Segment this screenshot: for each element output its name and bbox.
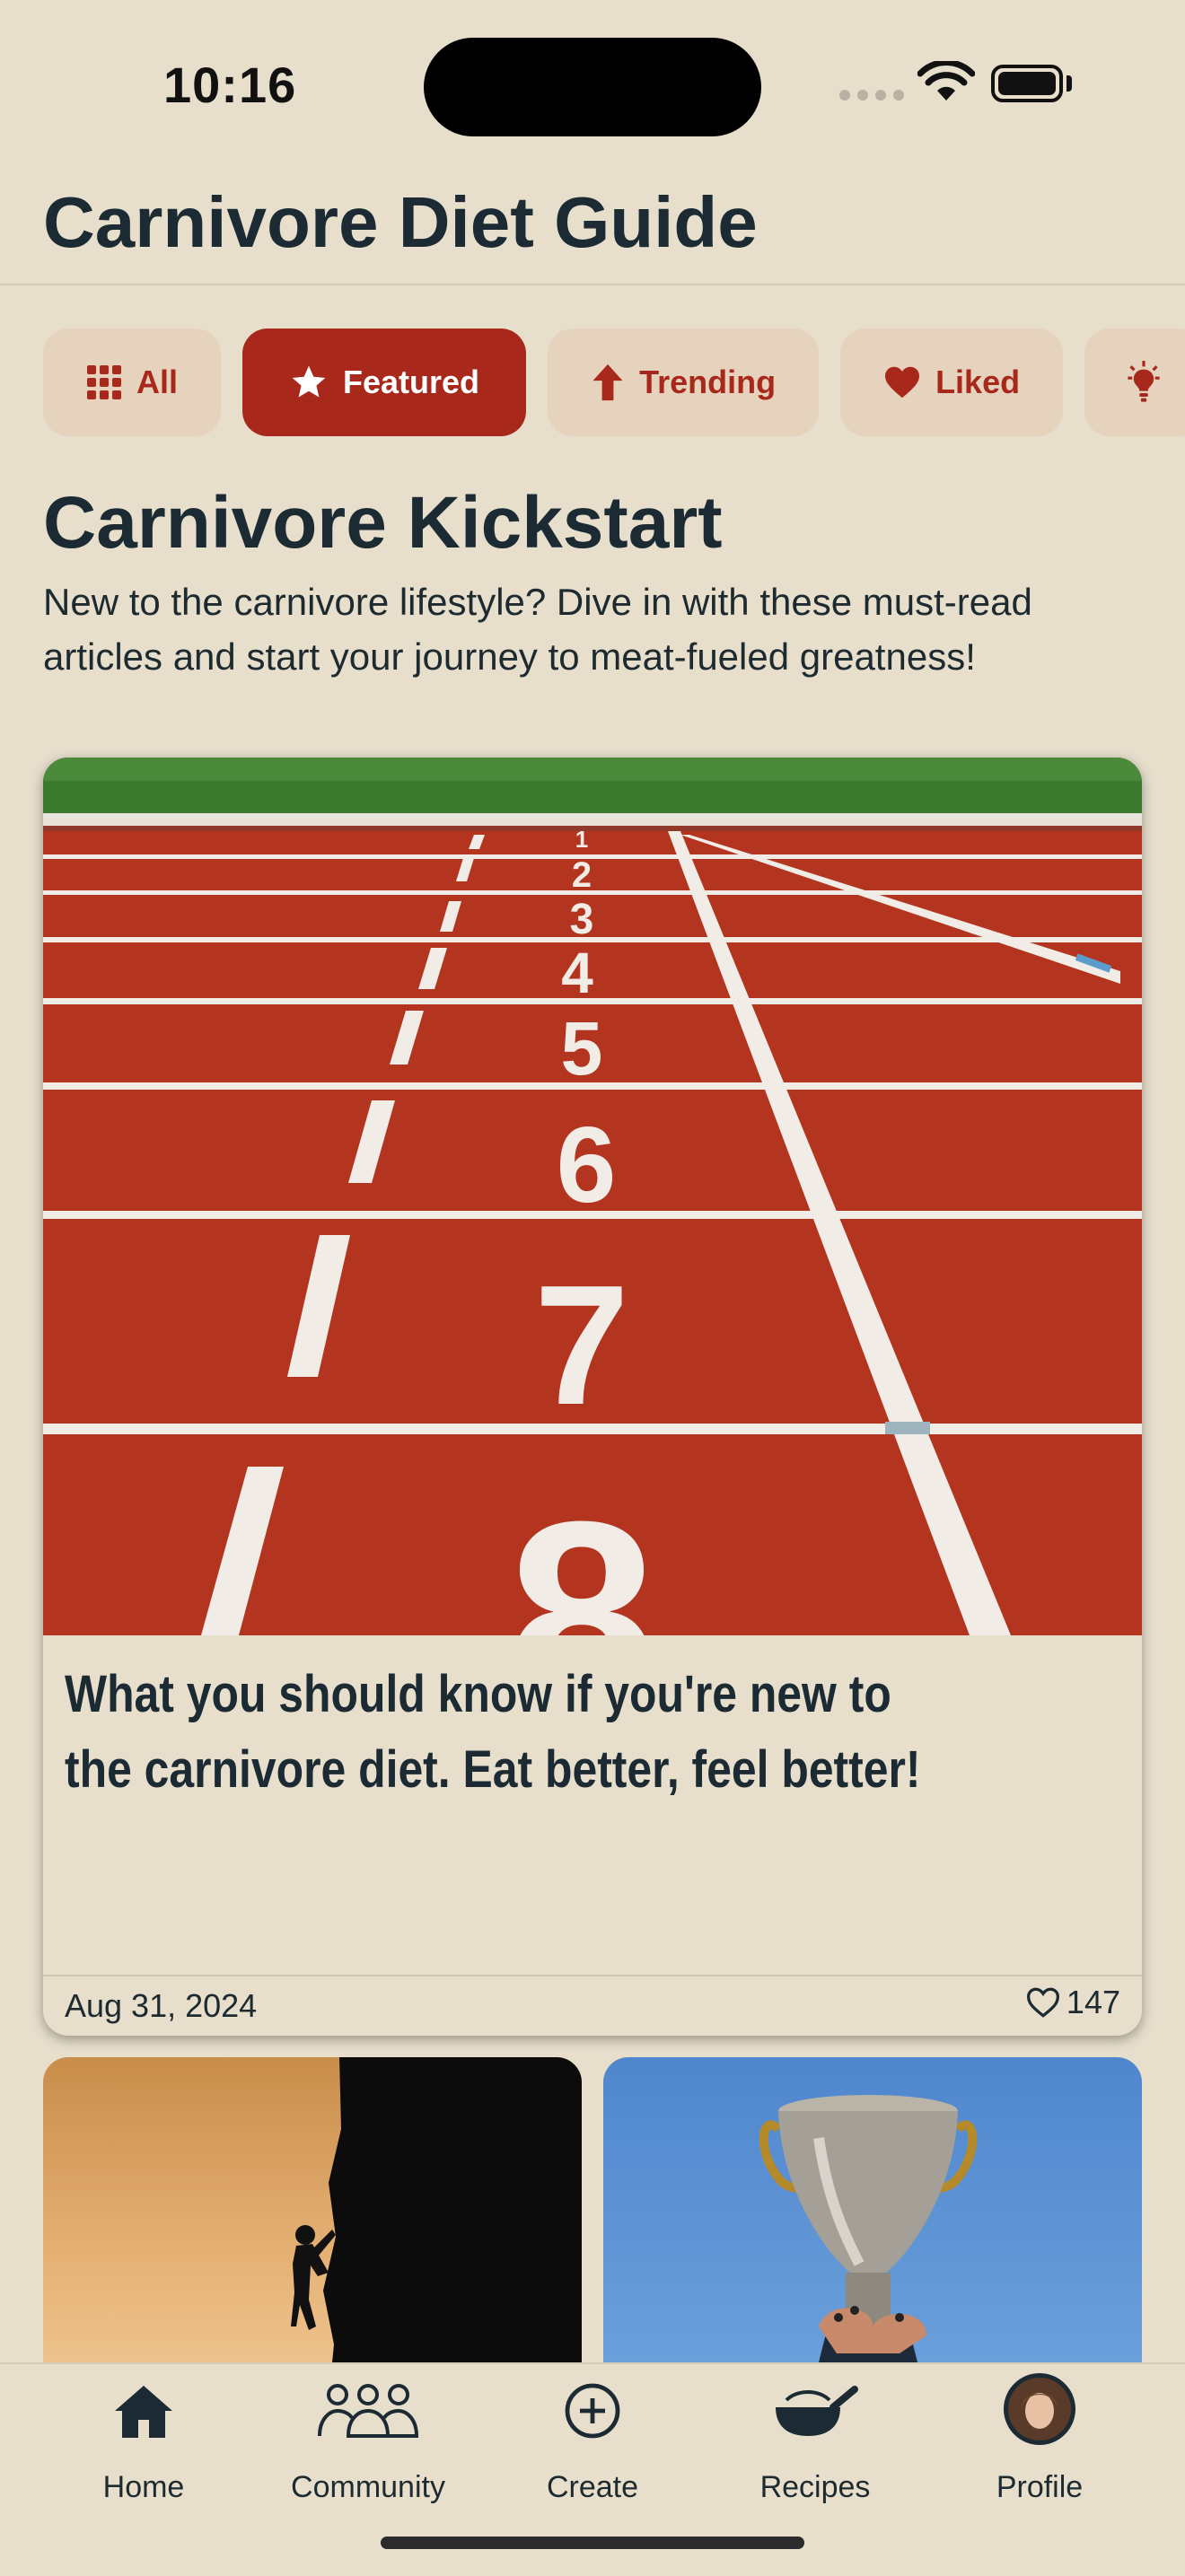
community-icon	[318, 2384, 419, 2438]
svg-text:4: 4	[561, 941, 593, 1005]
grid-icon	[87, 365, 121, 399]
section-description: New to the carnivore lifestyle? Dive in …	[43, 581, 1032, 678]
filter-label: All	[136, 364, 179, 400]
status-time: 10:16	[163, 57, 297, 113]
climber-image	[43, 2057, 582, 2398]
home-icon	[115, 2386, 172, 2438]
tab-home[interactable]: Home	[45, 2364, 242, 2504]
svg-text:5: 5	[561, 1006, 603, 1091]
star-icon	[292, 365, 326, 398]
cellular-signal-icon	[839, 90, 904, 101]
featured-article-card[interactable]: 1 2 3 4 5 6 7 8 What you should know if …	[43, 758, 1142, 2036]
filter-label: Trending	[639, 364, 777, 400]
filter-trending-chip[interactable]: Trending	[548, 329, 820, 436]
page-title: Carnivore Diet Guide	[43, 182, 758, 262]
filter-label: Featured	[343, 364, 480, 400]
tab-profile[interactable]: Profile	[941, 2364, 1138, 2504]
article-card-climber[interactable]	[43, 2057, 582, 2398]
avatar	[1004, 2373, 1075, 2445]
heart-icon	[885, 366, 920, 399]
filter-all-chip[interactable]: All	[43, 329, 222, 436]
filter-chips: All Featured Trending Liked	[43, 329, 1185, 436]
home-indicator	[381, 2537, 804, 2549]
arrow-up-icon	[592, 364, 623, 401]
trophy-image	[603, 2057, 1142, 2398]
like-count: 147	[1066, 1984, 1120, 2020]
svg-text:6: 6	[557, 1105, 617, 1225]
article-card-trophy[interactable]	[603, 2057, 1142, 2398]
tab-label: Profile	[996, 2470, 1084, 2504]
filter-tips-chip[interactable]	[1084, 329, 1185, 436]
like-counter[interactable]: 147	[1025, 1984, 1120, 2021]
tab-community[interactable]: Community	[269, 2364, 467, 2504]
pan-icon	[776, 2386, 858, 2436]
svg-text:2: 2	[572, 855, 592, 895]
tab-label: Create	[546, 2470, 639, 2504]
svg-text:8: 8	[507, 1465, 657, 1635]
article-date: Aug 31, 2024	[65, 1987, 258, 2024]
tab-label: Community	[291, 2470, 445, 2504]
plus-circle-icon	[565, 2383, 620, 2439]
filter-liked-chip[interactable]: Liked	[840, 329, 1064, 436]
tab-create[interactable]: Create	[494, 2364, 691, 2504]
svg-text:3: 3	[570, 896, 594, 943]
article-headline: What you should know if you're new to th…	[65, 1665, 921, 1799]
battery-cap	[1066, 75, 1072, 92]
filter-label: Liked	[935, 364, 1021, 400]
dynamic-island	[424, 38, 761, 136]
tab-label: Home	[102, 2470, 185, 2504]
header-divider	[0, 284, 1185, 285]
svg-text:1: 1	[575, 826, 588, 853]
wifi-icon	[917, 61, 975, 101]
tab-recipes[interactable]: Recipes	[716, 2364, 914, 2504]
battery-icon	[991, 65, 1063, 102]
tab-label: Recipes	[759, 2470, 871, 2504]
card-footer-divider	[43, 1975, 1142, 1976]
status-bar: 10:16	[0, 0, 1185, 171]
svg-text:7: 7	[534, 1250, 629, 1441]
section-title: Carnivore Kickstart	[43, 482, 723, 564]
running-track-image: 1 2 3 4 5 6 7 8	[43, 758, 1142, 1635]
filter-featured-chip[interactable]: Featured	[242, 329, 527, 436]
lightbulb-icon	[1128, 361, 1160, 402]
heart-outline-icon	[1026, 1987, 1059, 2018]
